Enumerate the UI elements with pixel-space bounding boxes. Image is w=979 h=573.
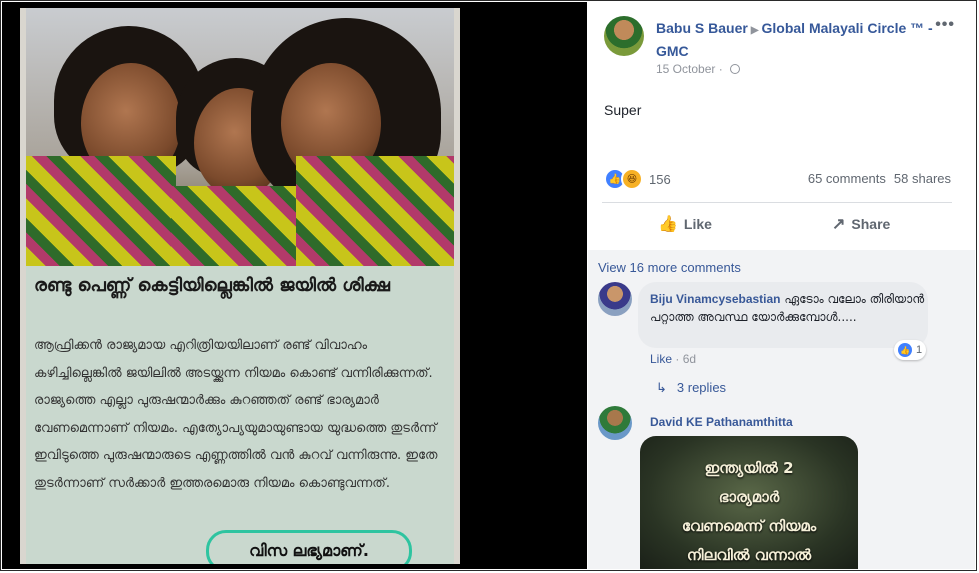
comment-image[interactable]: ഇന്ത്യയിൽ 2 ഭാര്യമാർ വേണമെന്ന് നിയമം നില… — [640, 436, 858, 569]
comment-reaction-count: 1 — [916, 344, 923, 356]
comment-image-line: നിലവിൽ വന്നാൽ — [686, 546, 812, 564]
like-button[interactable]: 👍 Like — [658, 214, 712, 234]
comment-author-link[interactable]: Biju Vinamcysebastian — [650, 292, 781, 306]
comment-author-link[interactable]: David KE Pathanamthitta — [650, 415, 793, 429]
globe-icon — [730, 64, 741, 74]
share-button[interactable]: ↗ Share — [832, 214, 890, 234]
view-replies-link[interactable]: ↳ 3 replies — [656, 380, 726, 396]
author-avatar[interactable] — [604, 16, 644, 56]
comment-image-text: ഇന്ത്യയിൽ 2 ഭാര്യമാർ വേണമെന്ന് നിയമം നില… — [640, 454, 858, 569]
post-author-line: Babu S Bauer ▶ Global Malayali Circle ™ - … — [656, 18, 936, 61]
post-date: 15 October · — [656, 62, 741, 76]
comment-avatar[interactable] — [598, 406, 632, 440]
comment-text: Biju Vinamcysebastian ഏടോം വലോം തിരിയാൻ … — [650, 290, 930, 326]
clipping-highlight-circle: വിസ ലഭ്യമാണ്. — [206, 530, 412, 564]
author-name-link[interactable]: Babu S Bauer — [656, 20, 748, 36]
like-button-label: Like — [683, 216, 712, 232]
clipping-headline: രണ്ടു പെണ്ണ് കെട്ടിയില്ലെങ്കിൽ ജയിൽ ശിക്… — [34, 275, 390, 296]
comment-like-link[interactable]: Like — [650, 352, 672, 366]
comment-image-line: ഇന്ത്യയിൽ 2 — [704, 459, 794, 477]
comment-reaction-badge[interactable]: 👍 1 — [894, 340, 927, 360]
comments-count-link[interactable]: 65 comments — [808, 171, 886, 186]
like-reaction-icon: 👍 — [898, 343, 912, 357]
comment-avatar[interactable] — [598, 282, 632, 316]
comment-time[interactable]: 6d — [683, 352, 696, 366]
divider — [602, 202, 952, 203]
replies-label: 3 replies — [676, 380, 727, 395]
comment-image-line: വേണമെന്ന് നിയമം — [681, 517, 817, 535]
newspaper-clipping-image: രണ്ടു പെണ്ണ് കെട്ടിയില്ലെങ്കിൽ ജയിൽ ശിക്… — [20, 8, 460, 564]
post-date-link[interactable]: 15 October — [656, 62, 715, 76]
clipping-body: ആഫ്രിക്കൻ രാജ്യമായ എറിത്രിയയിലാണ് രണ്ട് … — [34, 338, 438, 491]
post-panel: Babu S Bauer ▶ Global Malayali Circle ™ - … — [588, 2, 975, 569]
clipping-text-area: രണ്ടു പെണ്ണ് കെട്ടിയില്ലെങ്കിൽ ജയിൽ ശിക്… — [26, 266, 454, 564]
reaction-summary[interactable]: 👍 😆 156 — [604, 168, 671, 190]
triangle-right-icon: ▶ — [750, 25, 759, 36]
share-button-label: Share — [851, 216, 891, 232]
share-arrow-icon: ↗ — [832, 216, 846, 233]
reply-arrow-icon: ↳ — [656, 380, 667, 395]
haha-reaction-icon: 😆 — [621, 168, 643, 190]
comment-image-line: ഭാര്യമാർ — [718, 488, 780, 506]
photo-viewer: രണ്ടു പെണ്ണ് കെട്ടിയില്ലെങ്കിൽ ജയിൽ ശിക്… — [2, 2, 587, 569]
post-text: Super — [604, 102, 642, 118]
more-dots-icon[interactable]: ••• — [935, 16, 955, 34]
view-more-comments-link[interactable]: View 16 more comments — [598, 260, 741, 275]
thumbs-up-icon: 👍 — [658, 216, 678, 233]
shares-count-link[interactable]: 58 shares — [894, 171, 951, 186]
reaction-count: 156 — [649, 171, 671, 187]
clipping-photo — [26, 8, 454, 266]
post-stats: 65 comments 58 shares — [808, 171, 951, 186]
comment-meta: Like · 6d — [650, 352, 697, 366]
